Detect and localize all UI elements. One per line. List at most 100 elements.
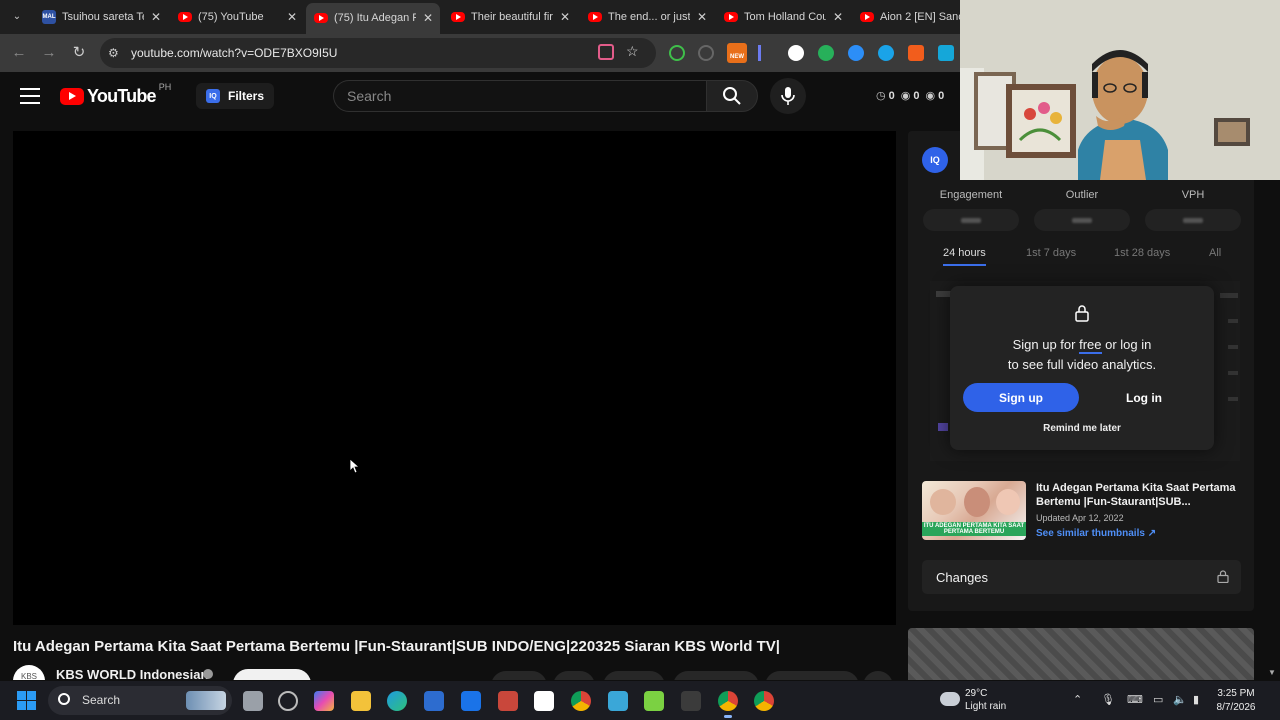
browser-tab[interactable]: Tom Holland Cou ✕: [716, 5, 848, 29]
address-bar[interactable]: ⚙ youtube.com/watch?v=ODE7BXO9I5U ☆: [100, 38, 656, 68]
extension-disabled-icon[interactable]: [698, 45, 714, 61]
extension-green-icon[interactable]: [818, 45, 834, 61]
subscribe-button[interactable]: [233, 669, 311, 680]
battery-icon[interactable]: ▮: [1193, 693, 1199, 706]
header-stats: ◷ 0 ◉ 0 ◉ 0: [876, 89, 944, 103]
dislike-button[interactable]: [553, 671, 595, 680]
tab-close-icon[interactable]: ✕: [420, 11, 436, 25]
browser-tab-active[interactable]: (75) Itu Adegan P ✕: [306, 3, 440, 34]
app-icon[interactable]: [498, 691, 518, 711]
microphone-icon[interactable]: 🎙: [1101, 693, 1115, 706]
extension-cyan-icon[interactable]: [878, 45, 894, 61]
notepad-icon[interactable]: [608, 691, 628, 711]
windows-start-icon[interactable]: [17, 691, 36, 710]
search-button[interactable]: [706, 80, 758, 112]
browser-tab[interactable]: Their beautiful fir ✕: [443, 5, 575, 29]
voice-search-button[interactable]: [770, 78, 806, 114]
channel-name[interactable]: KBS WORLD Indonesian: [56, 667, 208, 680]
app-icon[interactable]: [278, 691, 298, 711]
extension-refresh-icon[interactable]: [669, 45, 685, 61]
reload-icon[interactable]: ↻: [69, 43, 89, 63]
capcut-icon[interactable]: [534, 691, 554, 711]
app-icon[interactable]: [644, 691, 664, 711]
tab-first-7-days[interactable]: 1st 7 days: [1026, 247, 1076, 259]
iq-logo-icon[interactable]: IQ: [922, 147, 948, 173]
download-button[interactable]: [765, 671, 859, 680]
log-in-button[interactable]: Log in: [1087, 383, 1201, 412]
taskbar-search[interactable]: Search: [48, 686, 232, 715]
chrome-profile-icon[interactable]: [754, 691, 774, 711]
see-similar-thumbnails-link[interactable]: See similar thumbnails ↗: [1036, 528, 1156, 539]
app-icon[interactable]: [681, 691, 701, 711]
tab-close-icon[interactable]: ✕: [557, 10, 573, 24]
bookmark-star-icon[interactable]: ☆: [626, 43, 639, 60]
chrome-icon[interactable]: [571, 691, 591, 711]
copilot-icon[interactable]: [314, 691, 334, 711]
scroll-down-icon[interactable]: ▼: [1268, 668, 1276, 677]
weather-temperature[interactable]: 29°C: [965, 688, 987, 699]
file-explorer-icon[interactable]: [351, 691, 371, 711]
task-view-icon[interactable]: [243, 691, 263, 711]
share-button[interactable]: [603, 671, 665, 680]
tab-close-icon[interactable]: ✕: [830, 10, 846, 24]
eye-icon: ◉: [900, 90, 911, 102]
like-button[interactable]: [491, 671, 547, 680]
extension-play-icon[interactable]: [908, 45, 924, 61]
keyboard-icon[interactable]: ⌨: [1127, 693, 1143, 706]
channel-avatar[interactable]: KBS: [13, 665, 45, 680]
tab-close-icon[interactable]: ✕: [148, 10, 164, 24]
extension-record-icon[interactable]: [788, 45, 804, 61]
tab-first-28-days[interactable]: 1st 28 days: [1114, 247, 1170, 259]
site-info-icon[interactable]: ⚙: [108, 46, 119, 60]
clock-date[interactable]: 8/7/2026: [1208, 702, 1264, 713]
more-actions-button[interactable]: [863, 671, 893, 680]
changes-label: Changes: [936, 570, 989, 585]
tab-search-dropdown-icon[interactable]: ⌄: [8, 8, 26, 26]
mouse-cursor-icon: [350, 459, 360, 474]
browser-tab[interactable]: MAL Tsuihou sareta Te ✕: [34, 5, 166, 29]
free-link[interactable]: free: [1079, 337, 1102, 354]
signup-overlay: Sign up for free or log in to see full v…: [950, 286, 1214, 450]
browser-tab[interactable]: Aion 2 [EN] Sanc: [852, 5, 960, 29]
tab-close-icon[interactable]: ✕: [284, 10, 300, 24]
metric-header: Engagement: [939, 189, 1003, 201]
remind-me-later-link[interactable]: Remind me later: [950, 423, 1214, 434]
store-icon[interactable]: [424, 691, 444, 711]
back-arrow-icon[interactable]: ←: [9, 43, 29, 63]
outlook-icon[interactable]: [461, 691, 481, 711]
youtube-logo[interactable]: YouTube PH: [60, 82, 171, 107]
filters-label: Filters: [228, 89, 265, 103]
install-app-icon[interactable]: [598, 44, 614, 60]
extension-blue-icon[interactable]: [848, 45, 864, 61]
thumbnail-video-title[interactable]: Itu Adegan Pertama Kita Saat Pertama Ber…: [1036, 481, 1236, 509]
search-box[interactable]: [333, 80, 706, 112]
tray-chevron-icon[interactable]: ⌃: [1073, 693, 1082, 706]
extension-new-icon[interactable]: NEW: [727, 43, 747, 63]
clock-time[interactable]: 3:25 PM: [1208, 688, 1264, 699]
browser-tab[interactable]: The end... or just ✕: [580, 5, 712, 29]
hamburger-menu-icon[interactable]: [20, 88, 40, 104]
changes-section[interactable]: Changes: [922, 560, 1241, 594]
ask-button[interactable]: [673, 671, 759, 680]
ad-placeholder[interactable]: [908, 628, 1254, 680]
weather-description[interactable]: Light rain: [965, 701, 1006, 712]
volume-icon[interactable]: 🔈: [1173, 693, 1187, 706]
extension-translate-icon[interactable]: [938, 45, 954, 61]
metric-value-blurred: [1145, 209, 1241, 231]
extension-chart-icon[interactable]: [758, 45, 774, 61]
tab-close-icon[interactable]: ✕: [694, 10, 710, 24]
network-icon[interactable]: ▭: [1153, 693, 1163, 706]
chrome-active-icon[interactable]: [718, 691, 738, 718]
search-input[interactable]: [334, 81, 706, 111]
url-text[interactable]: youtube.com/watch?v=ODE7BXO9I5U: [131, 46, 337, 60]
tab-24-hours[interactable]: 24 hours: [943, 247, 986, 266]
browser-tab[interactable]: (75) YouTube ✕: [170, 5, 302, 29]
filters-button[interactable]: IQ Filters: [196, 83, 275, 109]
edge-icon[interactable]: [387, 691, 407, 711]
video-thumbnail[interactable]: ITU ADEGAN PERTAMA KITA SAAT PERTAMA BER…: [922, 481, 1026, 540]
video-player[interactable]: [13, 131, 896, 625]
tab-all[interactable]: All: [1209, 247, 1221, 259]
forward-arrow-icon[interactable]: →: [39, 43, 59, 63]
weather-cloud-icon[interactable]: [940, 692, 960, 706]
sign-up-button[interactable]: Sign up: [963, 383, 1079, 412]
